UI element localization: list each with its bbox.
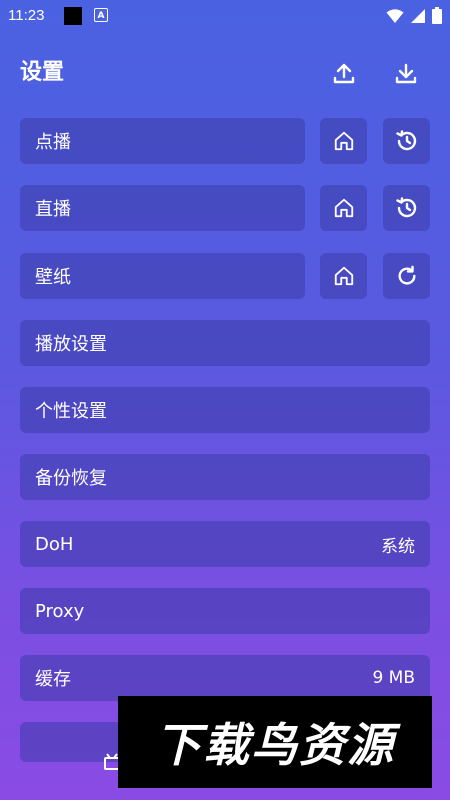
doh-label: DoH	[35, 533, 74, 555]
proxy-setting-row[interactable]: Proxy	[20, 588, 430, 634]
backup-setting-row[interactable]: 备份恢复	[20, 454, 430, 500]
download-button[interactable]	[391, 58, 421, 88]
refresh-icon	[398, 265, 416, 285]
backup-label: 备份恢复	[35, 468, 107, 489]
notification-black-icon	[64, 7, 82, 25]
cache-label: 缓存	[35, 669, 71, 690]
proxy-label: Proxy	[35, 600, 85, 622]
page-title: 设置	[20, 60, 65, 85]
battery-icon	[432, 7, 442, 24]
personal-label: 个性设置	[35, 401, 107, 422]
status-time: 11:23	[8, 7, 45, 24]
vod-history-button[interactable]	[383, 118, 430, 164]
home-icon	[334, 266, 353, 286]
wallpaper-setting-row[interactable]: 壁纸	[20, 253, 305, 299]
history-icon	[395, 130, 416, 151]
status-bar: 11:23 A	[0, 0, 450, 32]
history-icon	[395, 197, 416, 218]
playback-setting-row[interactable]: 播放设置	[20, 320, 430, 366]
wallpaper-label: 壁纸	[35, 267, 71, 288]
live-history-button[interactable]	[383, 185, 430, 231]
live-home-button[interactable]	[320, 185, 367, 231]
download-icon	[395, 63, 417, 84]
doh-setting-row[interactable]: DoH 系统	[20, 521, 430, 567]
home-icon	[334, 131, 353, 151]
home-icon	[334, 198, 353, 218]
upload-button[interactable]	[329, 58, 359, 88]
wifi-icon	[386, 8, 404, 23]
notification-a-icon: A	[94, 8, 108, 22]
watermark-banner: 下载鸟资源	[118, 696, 432, 788]
live-label: 直播	[35, 199, 71, 220]
vod-setting-row[interactable]: 点播	[20, 118, 305, 164]
wallpaper-home-button[interactable]	[320, 253, 367, 299]
playback-label: 播放设置	[35, 334, 107, 355]
status-icons	[386, 7, 442, 24]
upload-icon	[333, 63, 355, 84]
cache-setting-row[interactable]: 缓存 9 MB	[20, 655, 430, 701]
wallpaper-refresh-button[interactable]	[383, 253, 430, 299]
signal-icon	[411, 8, 425, 23]
personal-setting-row[interactable]: 个性设置	[20, 387, 430, 433]
live-setting-row[interactable]: 直播	[20, 185, 305, 231]
cache-value: 9 MB	[372, 668, 415, 688]
vod-home-button[interactable]	[320, 118, 367, 164]
vod-label: 点播	[35, 132, 71, 153]
doh-value: 系统	[381, 536, 415, 557]
watermark-text: 下载鸟资源	[155, 718, 395, 772]
